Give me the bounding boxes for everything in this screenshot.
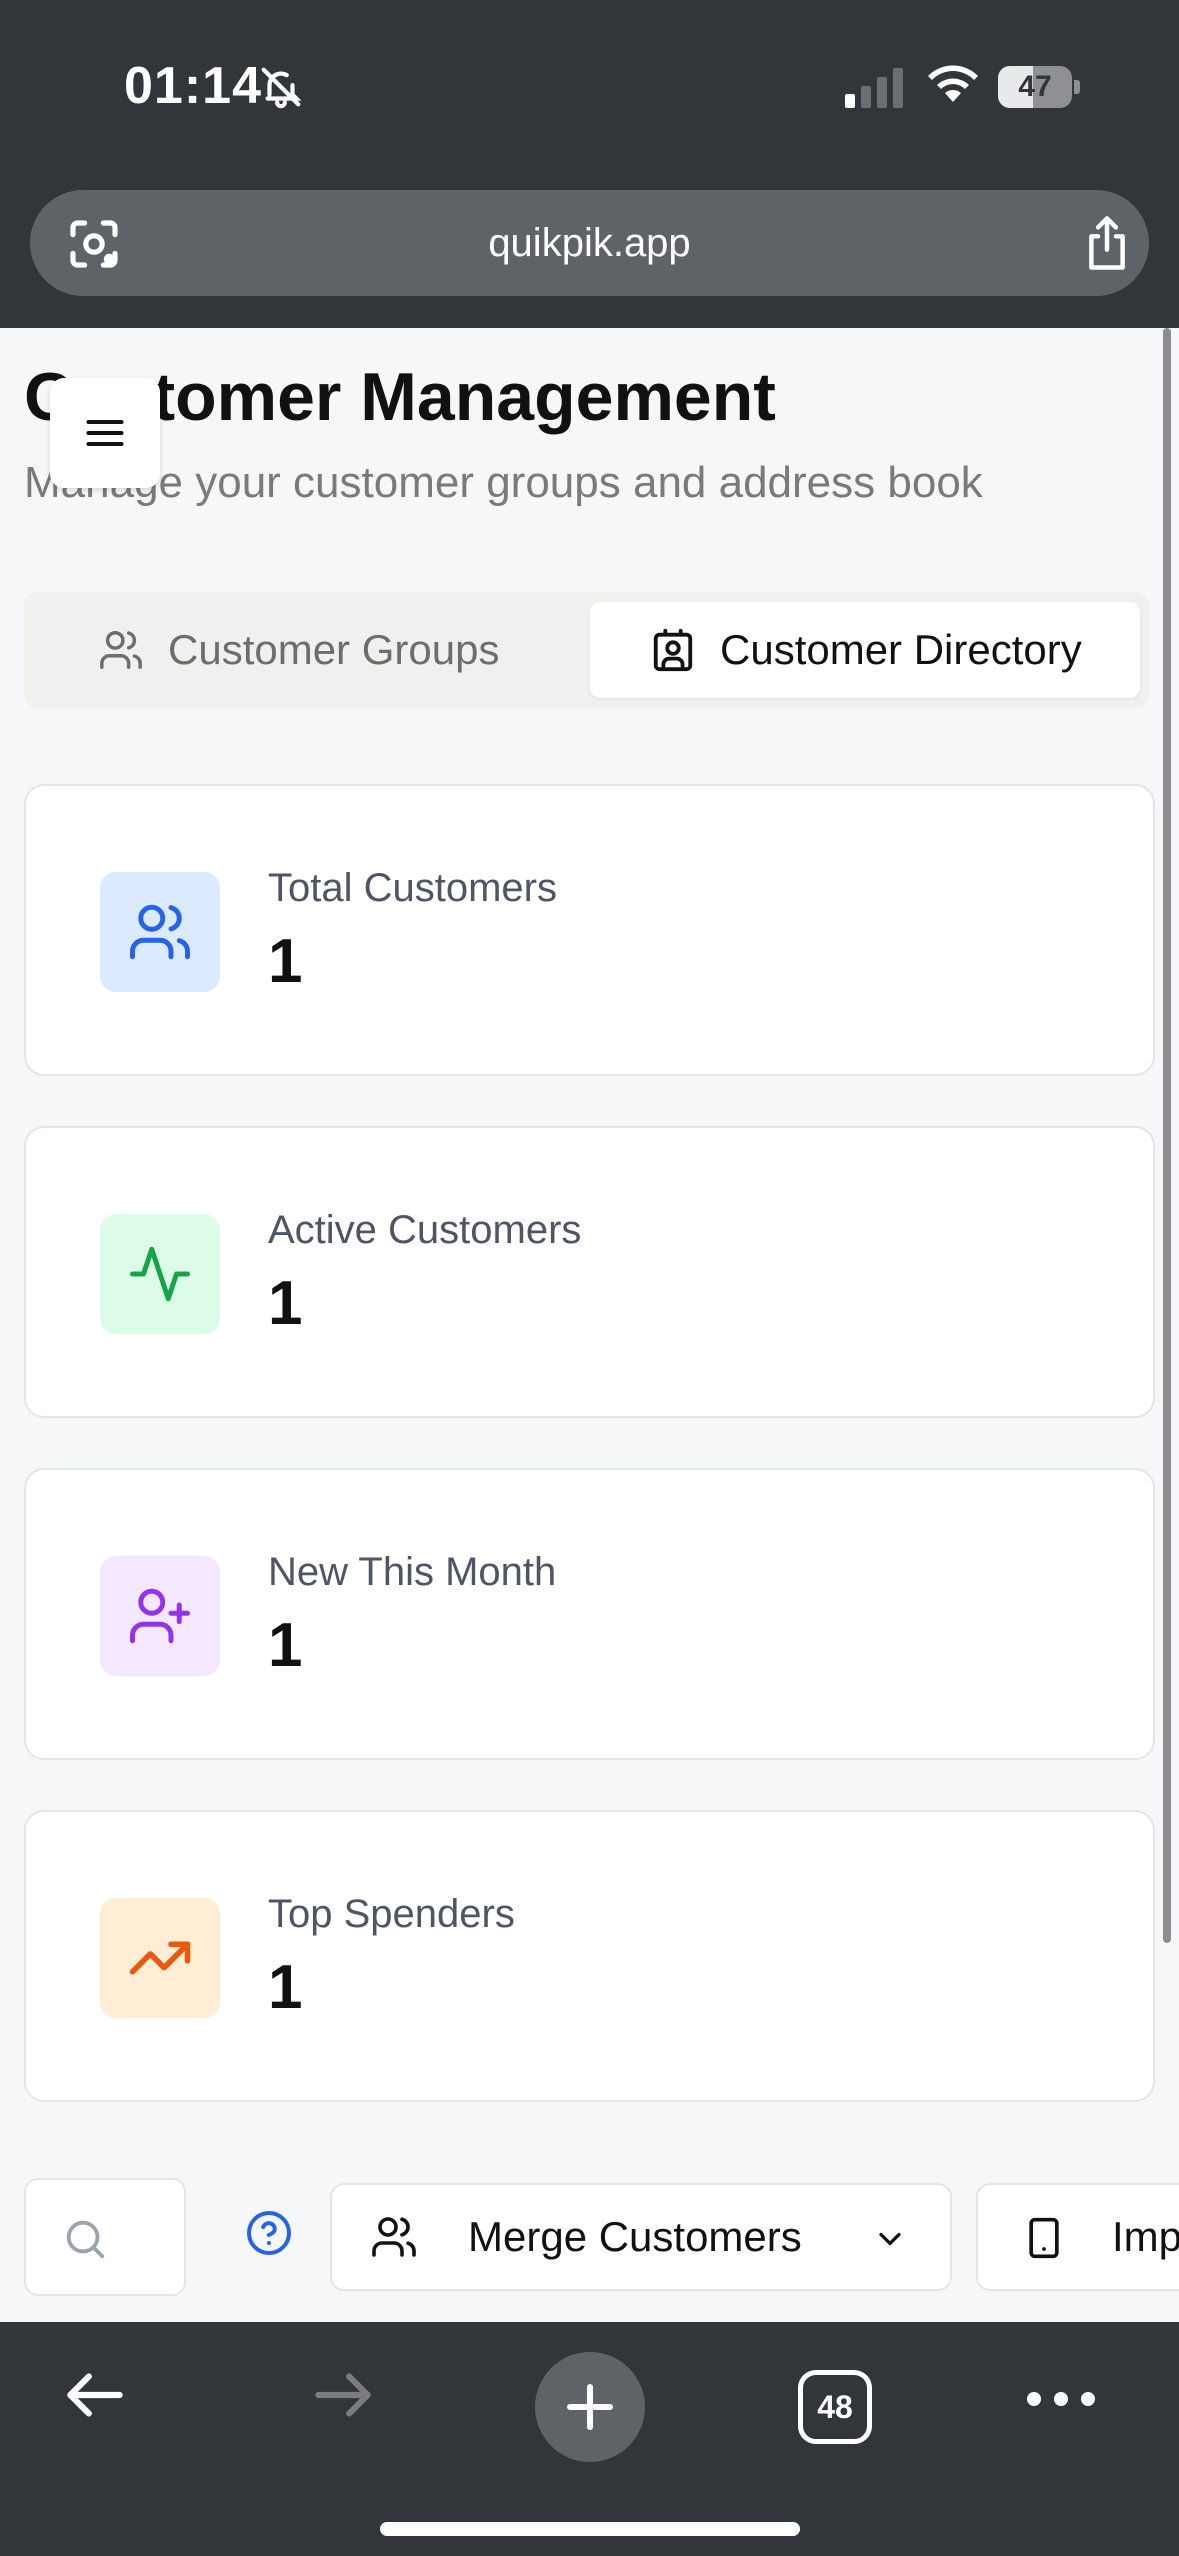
menu-button[interactable]: [50, 378, 160, 488]
back-arrow-icon[interactable]: [58, 2358, 132, 2432]
hamburger-icon: [86, 419, 124, 447]
stat-label: Top Spenders: [268, 1892, 515, 1936]
stat-icon-box: [100, 872, 220, 992]
page-subtitle: Manage your customer groups and address …: [24, 458, 983, 507]
plus-icon: [567, 2384, 613, 2430]
import-button[interactable]: Imp: [976, 2183, 1179, 2291]
stat-icon-box: [100, 1898, 220, 2018]
more-icon[interactable]: [1024, 2384, 1098, 2414]
users-icon: [372, 2217, 416, 2257]
merge-customers-label: Merge Customers: [468, 2213, 802, 2260]
tab-switcher-button[interactable]: 48: [798, 2370, 872, 2444]
stat-card-total-customers: Total Customers 1: [24, 784, 1155, 1076]
cellular-signal-icon: [845, 68, 903, 108]
help-icon[interactable]: [245, 2209, 293, 2257]
tab-customer-directory-label: Customer Directory: [720, 626, 1082, 673]
stat-value: 1: [268, 1611, 303, 1680]
trending-up-icon: [129, 1941, 191, 1975]
stat-label: Active Customers: [268, 1208, 582, 1252]
smartphone-icon: [1029, 2217, 1059, 2259]
user-plus-icon: [130, 1588, 190, 1644]
tab-list: Customer Groups Customer Directory: [24, 592, 1149, 708]
activity-icon: [130, 1246, 190, 1302]
chevron-down-icon: [879, 2232, 901, 2246]
wifi-icon: [928, 65, 978, 102]
search-input[interactable]: [24, 2178, 186, 2296]
stat-value: 1: [268, 927, 303, 996]
users-icon: [130, 904, 190, 960]
new-tab-button[interactable]: [535, 2352, 645, 2462]
users-icon: [100, 631, 142, 669]
url-text[interactable]: quikpik.app: [30, 190, 1149, 296]
share-icon[interactable]: [1080, 214, 1134, 272]
contact-icon: [653, 628, 693, 672]
home-indicator: [380, 2522, 800, 2536]
status-time: 01:14: [124, 57, 262, 115]
stat-icon-box: [100, 1214, 220, 1334]
stat-value: 1: [268, 1269, 303, 1338]
tab-customer-groups[interactable]: Customer Groups: [98, 602, 499, 698]
stat-card-active-customers: Active Customers 1: [24, 1126, 1155, 1418]
page-viewport[interactable]: Customer Management Manage your customer…: [0, 328, 1179, 2322]
merge-customers-button[interactable]: Merge Customers: [330, 2183, 952, 2291]
battery-level: 47: [1018, 70, 1052, 103]
status-bar: 01:14 47: [0, 0, 1179, 180]
url-bar[interactable]: quikpik.app: [30, 190, 1149, 296]
import-label: Imp: [1112, 2213, 1179, 2260]
stat-label: Total Customers: [268, 866, 557, 910]
stat-card-new-this-month: New This Month 1: [24, 1468, 1155, 1760]
battery-icon: 47: [998, 66, 1080, 108]
stat-card-top-spenders: Top Spenders 1: [24, 1810, 1155, 2102]
search-icon: [66, 2220, 105, 2259]
tab-customer-directory[interactable]: Customer Directory: [590, 602, 1140, 698]
bell-slash-icon: [261, 67, 302, 109]
browser-bottom-toolbar: 48: [0, 2322, 1179, 2556]
stat-label: New This Month: [268, 1550, 557, 1594]
tab-customer-groups-label: Customer Groups: [168, 626, 500, 673]
stat-icon-box: [100, 1556, 220, 1676]
forward-arrow-icon[interactable]: [306, 2358, 380, 2432]
page-scrollbar[interactable]: [1163, 328, 1171, 1943]
stat-value: 1: [268, 1953, 303, 2022]
